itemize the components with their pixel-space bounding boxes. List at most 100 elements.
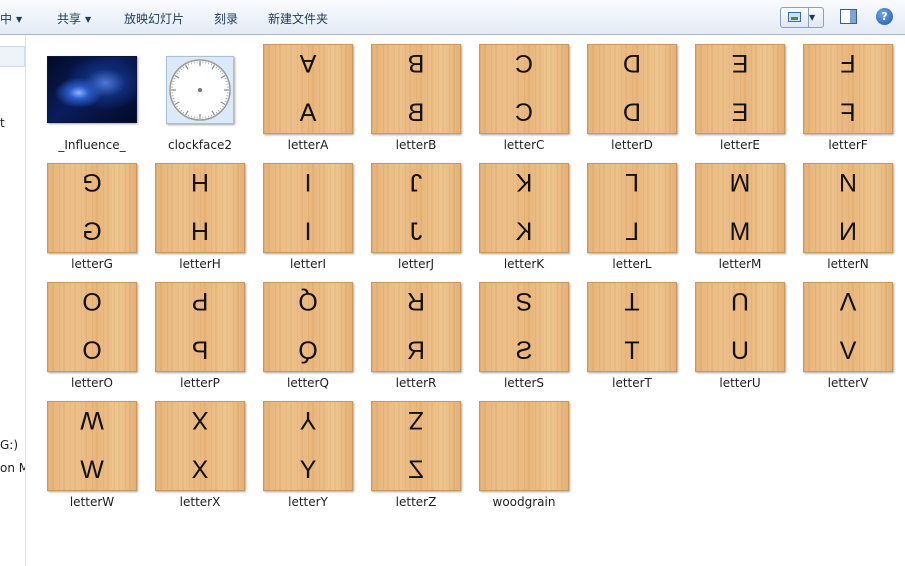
file-name-label: letterQ: [287, 376, 329, 390]
burn-button[interactable]: 刻录: [214, 10, 238, 27]
file-item-lettern[interactable]: N NletterN: [798, 154, 898, 272]
file-name-label: letterC: [503, 138, 545, 152]
wood-tile-thumbnail: AA: [263, 44, 353, 134]
file-name-label: letterT: [612, 376, 652, 390]
organize-menu[interactable]: 中 ▼: [0, 10, 22, 27]
wood-tile-thumbnail: XX: [155, 401, 245, 491]
file-name-label: letterJ: [398, 257, 434, 271]
wood-tile-thumbnail: BB: [371, 44, 461, 134]
file-name-label: letterF: [828, 138, 868, 152]
tile-letter-top: X: [191, 406, 209, 434]
file-list: _Influence_ clockface2 A AletterA B BletterB C…: [26, 35, 905, 566]
tile-letter-top: Z: [408, 406, 424, 434]
nav-selected-item[interactable]: [0, 46, 25, 67]
tile-letter-bottom: G: [82, 218, 102, 246]
file-item-letterx[interactable]: X XletterX: [150, 392, 250, 510]
help-icon[interactable]: ?: [876, 8, 893, 25]
change-view-button[interactable]: [781, 8, 809, 27]
view-dropdown-icon[interactable]: ▼: [809, 13, 815, 22]
file-item-letterz[interactable]: Z ZletterZ: [366, 392, 466, 510]
nav-fragment[interactable]: t: [0, 116, 5, 130]
file-item-letterd[interactable]: D D letterD: [582, 35, 682, 153]
wood-tile-thumbnail: LL: [587, 163, 677, 253]
tile-letter-top: E: [731, 49, 749, 77]
file-item-letterl[interactable]: L LletterL: [582, 154, 682, 272]
file-item-letterh[interactable]: H HletterH: [150, 154, 250, 272]
file-item-letteri[interactable]: I IletterI: [258, 154, 358, 272]
wood-tile-thumbnail: WW: [47, 401, 137, 491]
wood-tile-thumbnail: YY: [263, 401, 353, 491]
wood-tile-thumbnail: FF: [803, 44, 893, 134]
wood-tile-thumbnail: DD: [587, 44, 677, 134]
file-item-letterm[interactable]: M MletterM: [690, 154, 790, 272]
wood-tile-thumbnail: OO: [47, 282, 137, 372]
file-item-letterf[interactable]: F F letterF: [798, 35, 898, 153]
nav-fragment[interactable]: on M: [0, 461, 25, 475]
file-item-influence[interactable]: _Influence_: [42, 35, 142, 153]
tile-letter-bottom: I: [304, 218, 312, 246]
wood-tile-thumbnail: [479, 401, 569, 491]
wood-tile-thumbnail: SS: [479, 282, 569, 372]
file-item-lettery[interactable]: Y YletterY: [258, 392, 358, 510]
tile-letter-bottom: K: [515, 218, 533, 246]
nav-fragment[interactable]: G:): [0, 438, 18, 452]
tile-letter-bottom: B: [407, 99, 425, 127]
file-name-label: letterS: [503, 376, 545, 390]
file-item-letterq[interactable]: Q QletterQ: [258, 273, 358, 391]
slideshow-button[interactable]: 放映幻灯片: [124, 10, 184, 27]
tile-letter-top: F: [840, 49, 856, 77]
tile-letter-top: Q: [298, 287, 318, 315]
file-item-letterv[interactable]: V VletterV: [798, 273, 898, 391]
tile-letter-top: R: [406, 287, 426, 315]
file-item-letterc[interactable]: C CletterC: [474, 35, 574, 153]
chevron-down-icon: ▼: [85, 15, 92, 24]
new-folder-button[interactable]: 新建文件夹: [268, 10, 328, 27]
file-item-letterg[interactable]: G GletterG: [42, 154, 142, 272]
tile-letter-bottom: R: [406, 337, 426, 365]
preview-pane-icon[interactable]: [840, 9, 857, 24]
tile-letter-top: N: [838, 168, 858, 196]
file-name-label: letterD: [611, 138, 653, 152]
file-item-lettero[interactable]: O OletterO: [42, 273, 142, 391]
tile-letter-top: P: [191, 287, 209, 315]
tile-letter-top: V: [839, 287, 857, 315]
file-item-lettere[interactable]: E EletterE: [690, 35, 790, 153]
tile-letter-bottom: D: [622, 99, 642, 127]
tile-letter-top: Y: [299, 406, 317, 434]
picture-view-icon: [788, 12, 801, 22]
tile-letter-bottom: W: [80, 456, 104, 484]
wood-tile-thumbnail: RR: [371, 282, 461, 372]
share-menu[interactable]: 共享 ▼: [57, 10, 91, 27]
tile-letter-bottom: A: [299, 99, 317, 127]
file-item-letters[interactable]: S S letterS: [474, 273, 574, 391]
file-item-lettert[interactable]: T TletterT: [582, 273, 682, 391]
tile-letter-bottom: U: [730, 337, 750, 365]
wood-tile-thumbnail: NN: [803, 163, 893, 253]
navigation-pane: t G:) on M: [0, 35, 26, 566]
tile-letter-top: S: [515, 287, 533, 315]
file-item-letterb[interactable]: B BletterB: [366, 35, 466, 153]
file-item-woodgrain[interactable]: woodgrain: [474, 392, 574, 510]
wood-tile-thumbnail: EE: [695, 44, 785, 134]
file-item-letterj[interactable]: J JletterJ: [366, 154, 466, 272]
file-item-letterw[interactable]: W WletterW: [42, 392, 142, 510]
file-item-clockface2[interactable]: clockface2: [150, 35, 250, 153]
file-item-letterr[interactable]: R RletterR: [366, 273, 466, 391]
tile-letter-bottom: X: [191, 456, 209, 484]
tile-letter-bottom: H: [190, 218, 210, 246]
file-name-label: _Influence_: [58, 138, 126, 152]
command-bar: 中 ▼ 共享 ▼ 放映幻灯片 刻录 新建文件夹 ▼ ?: [0, 0, 905, 35]
file-item-letterk[interactable]: K KletterK: [474, 154, 574, 272]
file-item-letteru[interactable]: U UletterU: [690, 273, 790, 391]
view-options: ▼: [780, 7, 824, 28]
clockface-thumbnail: [166, 56, 234, 124]
tile-letter-bottom: C: [514, 99, 534, 127]
tile-letter-bottom: N: [838, 218, 858, 246]
tile-letter-bottom: E: [731, 99, 749, 127]
wood-tile-thumbnail: II: [263, 163, 353, 253]
file-item-lettera[interactable]: A AletterA: [258, 35, 358, 153]
influence-thumbnail: [47, 56, 137, 123]
file-item-letterp[interactable]: P PletterP: [150, 273, 250, 391]
wood-tile-thumbnail: ZZ: [371, 401, 461, 491]
chevron-down-icon: ▼: [16, 15, 23, 24]
